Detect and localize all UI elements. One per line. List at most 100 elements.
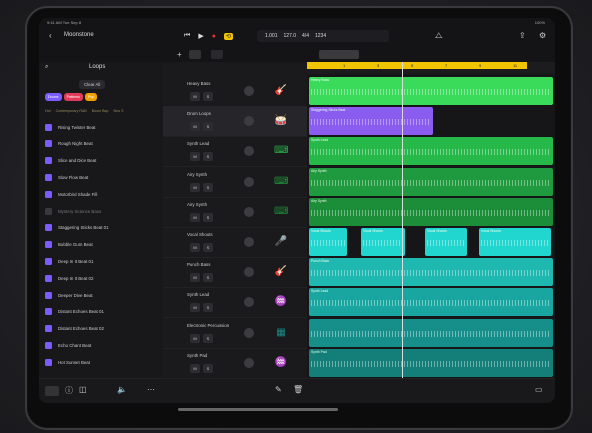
library-button[interactable] — [45, 386, 59, 396]
filter-chip[interactable]: Patterns — [63, 93, 83, 101]
track-region[interactable]: Vocal Shouts — [361, 228, 405, 256]
filter-chip[interactable]: Drums — [45, 93, 62, 101]
mute-button[interactable]: M — [190, 303, 200, 313]
add-track-icon[interactable]: + — [177, 50, 182, 59]
browser-button[interactable] — [211, 50, 223, 59]
volume-knob[interactable] — [244, 116, 254, 127]
lcd-display[interactable]: 1.001 127.0 4/4 1234 — [257, 30, 389, 42]
project-title[interactable]: Moonstone — [64, 32, 94, 38]
solo-button[interactable]: S — [203, 122, 213, 132]
speaker-icon[interactable]: 🔈 — [117, 385, 127, 394]
clear-all-button[interactable]: Clear All — [79, 80, 106, 89]
edit-mode-button[interactable] — [319, 50, 359, 59]
volume-knob[interactable] — [244, 357, 254, 368]
volume-knob[interactable] — [244, 86, 254, 96]
loop-item[interactable]: Echo Chant Beat — [45, 338, 161, 352]
loop-item[interactable]: Slow Flow Beat — [45, 170, 161, 184]
more-icon[interactable]: ⋯ — [147, 385, 155, 394]
loop-subtab[interactable]: Boom Bap — [92, 109, 109, 113]
loop-item[interactable]: Rough Night Beat — [45, 137, 161, 151]
ruler[interactable]: 1 3 5 7 9 11 13 — [307, 62, 555, 74]
volume-knob[interactable] — [244, 237, 254, 247]
track-header[interactable]: Synth Pad M S ♒ — [163, 348, 307, 379]
metronome-icon[interactable]: ⧍ — [435, 31, 442, 41]
track-region[interactable]: Vocal Shouts — [309, 228, 347, 256]
track-region[interactable]: Vocal Shouts — [479, 228, 551, 256]
volume-knob[interactable] — [244, 327, 254, 338]
tracks-view-button[interactable] — [189, 50, 201, 59]
solo-button[interactable]: S — [203, 212, 213, 222]
track-region[interactable]: Synth Pad — [309, 348, 553, 377]
mute-button[interactable]: M — [190, 122, 200, 132]
volume-knob[interactable] — [244, 206, 254, 217]
track-header[interactable]: Punch Bass M S 🎸 — [163, 257, 307, 289]
loop-subtab[interactable]: Neo S — [114, 109, 124, 113]
loop-item[interactable]: Bubble Gum Beat — [45, 238, 161, 252]
track-region[interactable]: Heavy Bass — [309, 77, 553, 105]
play-icon[interactable]: ▶ — [198, 32, 203, 40]
solo-button[interactable]: S — [203, 243, 213, 252]
settings-icon[interactable]: ⚙ — [539, 31, 546, 40]
loop-subtab[interactable]: Contemporary R&B — [56, 109, 87, 113]
rewind-icon[interactable]: ⏮ — [184, 32, 190, 40]
solo-button[interactable]: S — [203, 333, 213, 343]
loop-item[interactable]: Distant Echoes Beat 02 — [45, 322, 161, 336]
track-region[interactable]: Airy Synth — [309, 167, 553, 196]
track-header[interactable]: Vocal Shouts M S 🎤 — [163, 227, 307, 258]
pencil-icon[interactable]: ✎ — [275, 385, 282, 394]
track-header[interactable]: Airy Synth M S ⌨ — [163, 167, 307, 198]
track-region[interactable]: Punch Bass — [309, 258, 553, 287]
mute-button[interactable]: M — [190, 273, 200, 283]
record-icon[interactable]: ● — [212, 33, 216, 40]
loop-item[interactable]: Hot Sunset Beat — [45, 355, 161, 369]
cycle-icon[interactable]: ⟲ — [223, 32, 233, 40]
track-region[interactable]: Airy Synth — [309, 197, 553, 226]
solo-button[interactable]: S — [203, 92, 213, 101]
track-header[interactable]: Heavy Bass M S 🎸 — [163, 76, 307, 107]
mixer-icon[interactable]: ◫ — [79, 385, 87, 394]
loop-item[interactable]: Deeper Dive Beat — [45, 288, 161, 302]
playhead[interactable] — [402, 62, 403, 378]
loop-item[interactable]: Distant Echoes Beat 01 — [45, 305, 161, 319]
back-icon[interactable]: ‹ — [49, 31, 52, 40]
trash-icon[interactable]: 🗑 — [293, 385, 303, 394]
mute-button[interactable]: M — [190, 363, 200, 373]
mute-button[interactable]: M — [190, 212, 200, 222]
fullscreen-icon[interactable]: ▭ — [535, 385, 543, 394]
mute-button[interactable]: M — [190, 152, 200, 162]
loop-item[interactable]: Slice and Dice Beat — [45, 154, 161, 168]
solo-button[interactable]: S — [203, 363, 213, 373]
mute-button[interactable]: M — [190, 333, 200, 343]
volume-knob[interactable] — [244, 146, 254, 157]
track-region[interactable]: Staggering Sticks Beat — [309, 107, 433, 136]
track-region[interactable] — [309, 318, 553, 347]
track-header[interactable]: Synth Lead M S ♒ — [163, 287, 307, 319]
info-icon[interactable]: ⓘ — [65, 385, 73, 396]
track-header[interactable]: Airy Synth M S ⌨ — [163, 197, 307, 228]
track-header[interactable]: Synth Lead M S ⌨ — [163, 136, 307, 168]
cycle-region[interactable] — [307, 62, 527, 69]
volume-knob[interactable] — [244, 267, 254, 278]
search-icon[interactable]: ⌕ — [45, 64, 48, 71]
loop-item[interactable]: Mystery Science Bass — [45, 204, 161, 218]
loop-item[interactable]: Motorbird Shade Fill — [45, 187, 161, 201]
track-region[interactable]: Vocal Shouts — [425, 228, 467, 256]
track-header[interactable]: Electronic Percussion M S ▦ — [163, 318, 307, 349]
loop-item[interactable]: Rising Twister Beat — [45, 120, 161, 134]
solo-button[interactable]: S — [203, 303, 213, 313]
solo-button[interactable]: S — [203, 182, 213, 192]
share-icon[interactable]: ⇪ — [519, 31, 526, 40]
track-region[interactable]: Synth Lead — [309, 137, 553, 166]
mute-button[interactable]: M — [190, 243, 200, 252]
mute-button[interactable]: M — [190, 92, 200, 101]
mute-button[interactable]: M — [190, 182, 200, 192]
volume-knob[interactable] — [244, 297, 254, 308]
volume-knob[interactable] — [244, 176, 254, 187]
solo-button[interactable]: S — [203, 152, 213, 162]
filter-chip[interactable]: Pop — [84, 93, 98, 101]
track-region[interactable]: Synth Lead — [309, 288, 553, 317]
loop-item[interactable]: Staggering Sticks Beat 01 — [45, 221, 161, 235]
solo-button[interactable]: S — [203, 273, 213, 283]
loop-subtab[interactable]: Hot — [45, 109, 51, 113]
track-header[interactable]: Drum Loops M S 🥁 — [163, 106, 307, 138]
